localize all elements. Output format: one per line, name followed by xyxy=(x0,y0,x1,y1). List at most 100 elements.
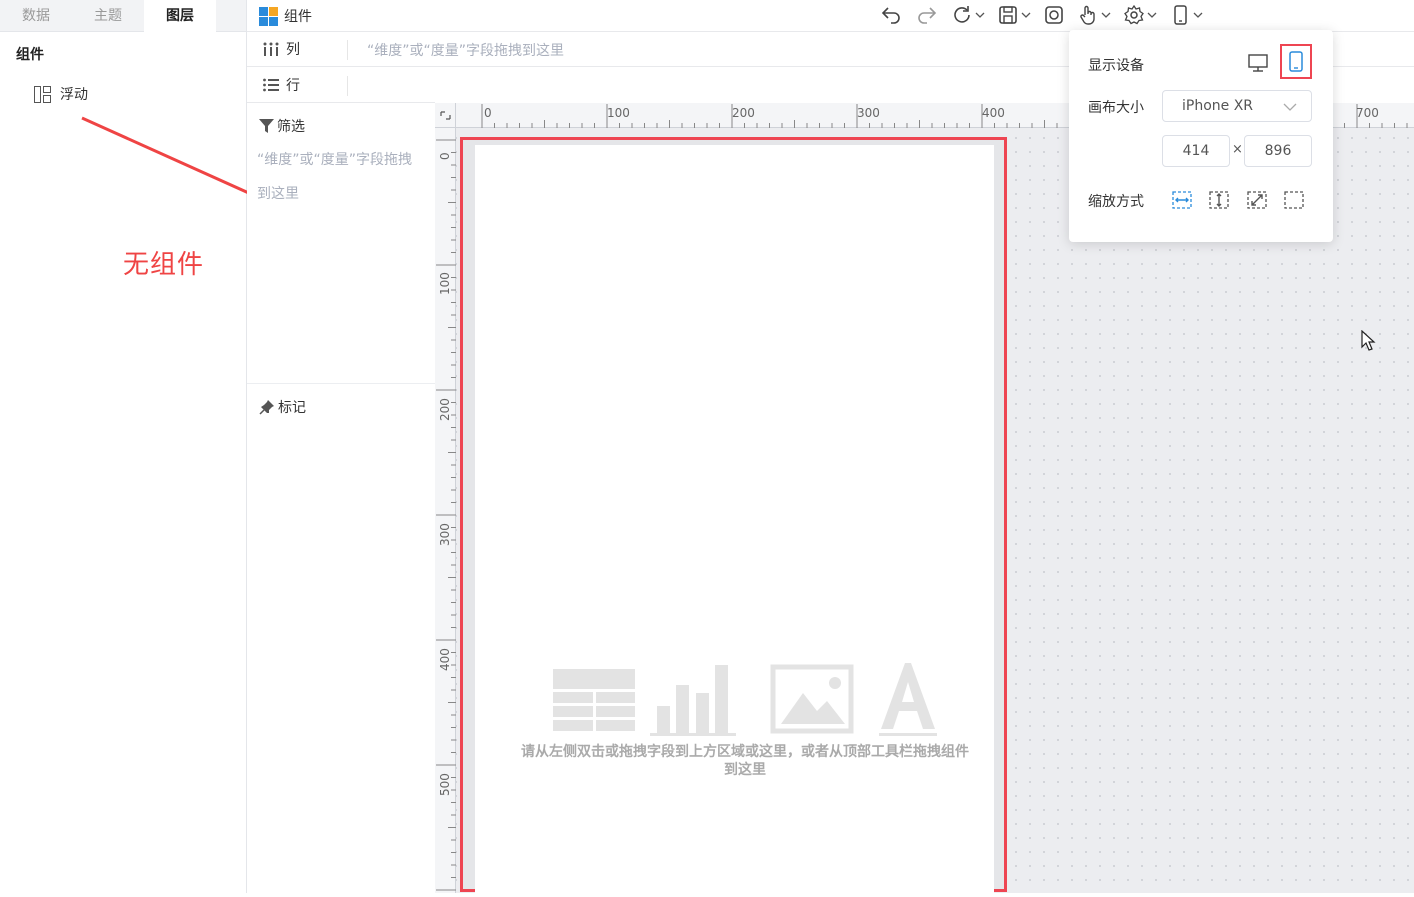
annotation-text: 无组件 xyxy=(123,250,205,280)
refresh-icon xyxy=(954,6,970,23)
mark-label: 标记 xyxy=(278,400,306,416)
pin-icon xyxy=(259,400,274,415)
chevron-down-icon xyxy=(1021,12,1031,18)
height-input[interactable]: 896 xyxy=(1244,135,1312,167)
fit-width-icon xyxy=(1172,191,1192,209)
ruler-v-label: 100 xyxy=(438,272,452,295)
ruler-v-label: 200 xyxy=(438,398,452,421)
ruler-h-label: 200 xyxy=(732,106,755,120)
rows-icon xyxy=(263,78,279,92)
hand-pointer-icon xyxy=(1080,5,1095,25)
columns-label: 列 xyxy=(286,42,300,58)
layers-title: 组件 xyxy=(16,47,44,63)
filter-label-group: 筛选 xyxy=(259,116,305,136)
layout-icon xyxy=(34,85,51,103)
ruler-v-label: 300 xyxy=(438,523,452,546)
mouse-cursor-icon xyxy=(1361,330,1376,351)
ruler-h-label: 100 xyxy=(607,106,630,120)
left-panel: 数据 主题 图层 组件 浮动 无组件 xyxy=(0,0,247,893)
display-device-label: 显示设备 xyxy=(1088,58,1144,74)
refresh-button[interactable] xyxy=(951,4,985,26)
save-icon xyxy=(999,6,1017,24)
ruler-corner-icon xyxy=(440,111,451,120)
layer-item-label: 浮动 xyxy=(60,87,88,103)
rows-shelf[interactable]: 行 xyxy=(247,68,435,103)
stretch-icon xyxy=(1247,191,1267,209)
undo-button[interactable] xyxy=(879,4,903,26)
device-button[interactable] xyxy=(1169,4,1203,26)
ruler-v-label: 400 xyxy=(438,648,452,671)
mobile-device-button[interactable] xyxy=(1280,44,1312,79)
filter-icon xyxy=(259,119,274,133)
device-select[interactable]: iPhone XR xyxy=(1162,90,1312,122)
filter-panel: 筛选 “维度”或“度量”字段拖拽到这里 标记 xyxy=(247,103,435,893)
device-settings-popup: 显示设备 画布大小 iPhone XR 414 × 896 缩放方式 xyxy=(1069,30,1333,242)
component-label: 组件 xyxy=(284,9,312,25)
desktop-icon xyxy=(1248,54,1268,72)
tab-layers[interactable]: 图层 xyxy=(144,0,216,33)
columns-hint: “维度”或“度量”字段拖拽到这里 xyxy=(367,43,565,59)
tab-theme[interactable]: 主题 xyxy=(72,0,144,32)
mark-label-group[interactable]: 标记 xyxy=(259,397,306,417)
preview-icon xyxy=(1045,6,1063,24)
redo-button[interactable] xyxy=(915,4,939,26)
left-tabs: 数据 主题 图层 xyxy=(0,0,246,33)
times-sign: × xyxy=(1232,142,1243,157)
filter-label: 筛选 xyxy=(277,119,305,135)
bar-chart-icon xyxy=(650,665,736,736)
empty-state-illustration xyxy=(553,663,937,736)
desktop-device-button[interactable] xyxy=(1247,52,1269,78)
scale-mode-label: 缩放方式 xyxy=(1088,194,1144,210)
ruler-h-label: 400 xyxy=(982,106,1005,120)
columns-icon xyxy=(263,42,279,56)
mobile-icon xyxy=(1289,51,1303,72)
scale-stretch-button[interactable] xyxy=(1247,190,1267,214)
vertical-ruler: 0 100 200 300 400 500 xyxy=(435,128,456,893)
top-bar: 组件 xyxy=(247,0,1414,32)
columns-label-group: 列 xyxy=(263,39,300,59)
redo-icon xyxy=(918,7,937,24)
gear-icon xyxy=(1124,4,1144,25)
no-scale-icon xyxy=(1284,191,1304,209)
layer-item-floating[interactable]: 浮动 xyxy=(34,84,88,104)
chevron-down-icon xyxy=(1283,103,1297,111)
rows-divider xyxy=(347,76,348,96)
table-icon xyxy=(553,669,635,731)
settings-button[interactable] xyxy=(1123,4,1157,26)
preview-button[interactable] xyxy=(1043,4,1065,26)
fit-height-icon xyxy=(1209,191,1229,209)
width-input[interactable]: 414 xyxy=(1162,135,1230,167)
save-button[interactable] xyxy=(997,4,1031,26)
component-menu[interactable]: 组件 xyxy=(259,6,312,26)
rows-label: 行 xyxy=(286,78,300,94)
ruler-h-label: 700 xyxy=(1356,106,1379,120)
ruler-corner[interactable] xyxy=(435,103,456,128)
device-select-value: iPhone XR xyxy=(1182,98,1254,114)
empty-state-text: 请从左侧双击或拖拽字段到上方区域或这里，或者从顶部工具栏拖拽组件到这里 xyxy=(521,744,969,778)
ruler-v-label: 0 xyxy=(438,152,452,160)
toolbar xyxy=(879,4,1203,26)
phone-canvas[interactable]: 请从左侧双击或拖拽字段到上方区域或这里，或者从顶部工具栏拖拽组件到这里 xyxy=(475,145,994,893)
tab-data[interactable]: 数据 xyxy=(0,0,72,32)
chevron-down-icon xyxy=(1193,12,1203,18)
scale-none-button[interactable] xyxy=(1284,190,1304,214)
mobile-icon xyxy=(1174,5,1187,25)
filter-drop-zone[interactable]: “维度”或“度量”字段拖拽到这里 xyxy=(257,143,425,211)
ruler-h-label: 0 xyxy=(484,106,492,120)
phone-canvas-frame: 请从左侧双击或拖拽字段到上方区域或这里，或者从顶部工具栏拖拽组件到这里 xyxy=(460,137,1007,893)
text-icon xyxy=(879,663,937,736)
chevron-down-icon xyxy=(1101,12,1111,18)
ruler-h-label: 300 xyxy=(857,106,880,120)
chevron-down-icon xyxy=(1147,12,1157,18)
scale-fit-height-button[interactable] xyxy=(1209,190,1229,214)
canvas-size-label: 画布大小 xyxy=(1088,100,1144,116)
image-icon xyxy=(770,664,854,734)
ruler-v-label: 500 xyxy=(438,773,452,796)
scale-fit-width-button[interactable] xyxy=(1172,190,1192,214)
undo-icon xyxy=(881,7,900,24)
filter-divider xyxy=(247,383,435,384)
interaction-button[interactable] xyxy=(1077,4,1111,26)
components-icon xyxy=(259,6,278,26)
chevron-down-icon xyxy=(975,12,985,18)
rows-label-group: 行 xyxy=(263,75,300,95)
